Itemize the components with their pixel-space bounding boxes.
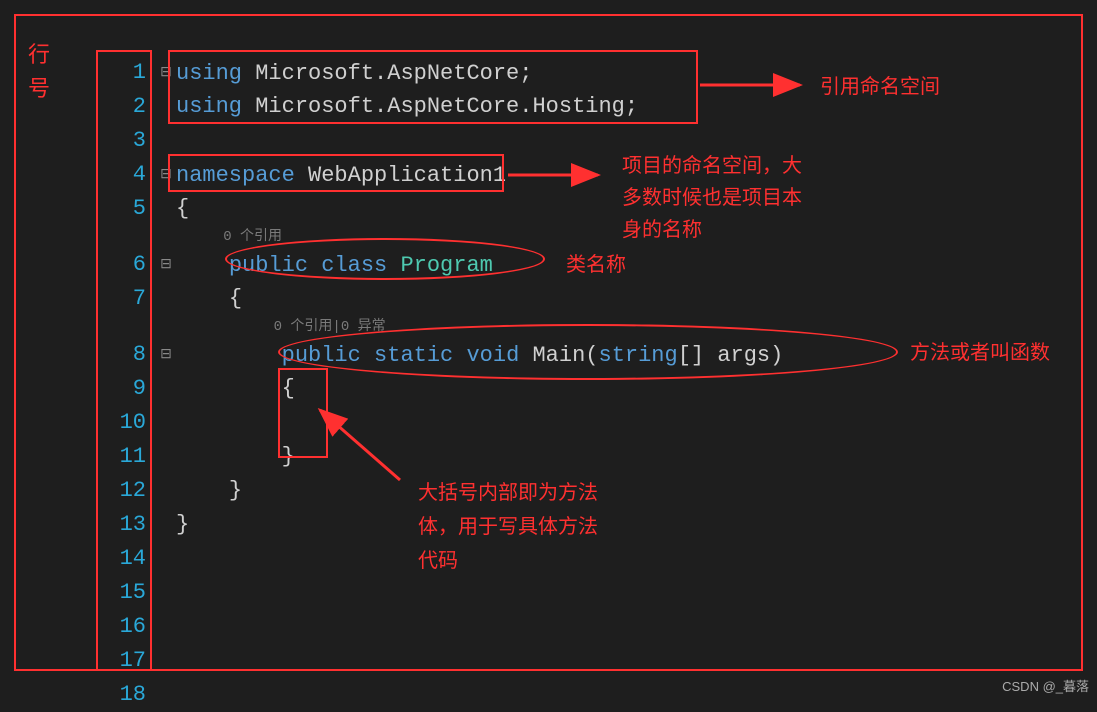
code-text: Microsoft.AspNetCore.Hosting;: [242, 94, 638, 119]
code-text: WebApplication1: [295, 163, 506, 188]
line-number: 15: [96, 576, 146, 610]
fold-icon[interactable]: ⊟: [156, 56, 176, 90]
line-number: 11: [96, 440, 146, 474]
line-number: 6: [96, 248, 146, 282]
code-text: Microsoft.AspNetCore;: [242, 61, 532, 86]
fold-icon[interactable]: ⊟: [156, 338, 176, 372]
brace: }: [176, 512, 189, 537]
fold-icon[interactable]: ⊟: [156, 248, 176, 282]
watermark: CSDN @_暮落: [1002, 676, 1089, 695]
keyword: public: [229, 253, 308, 278]
line-number: 18: [96, 678, 146, 712]
keyword: static: [374, 343, 453, 368]
keyword: string: [599, 343, 678, 368]
code-editor[interactable]: ⊟using Microsoft.AspNetCore; using Micro…: [156, 56, 1079, 542]
type-name: Program: [400, 253, 492, 278]
line-number: 5: [96, 192, 146, 226]
code-line-13[interactable]: }: [156, 508, 1079, 542]
brace: }: [229, 478, 242, 503]
brace: {: [282, 376, 295, 401]
paren: (: [585, 343, 598, 368]
fold-icon[interactable]: ⊟: [156, 158, 176, 192]
keyword: public: [282, 343, 361, 368]
line-number: 9: [96, 372, 146, 406]
code-line-7[interactable]: {: [156, 282, 1079, 316]
codelens-references[interactable]: 0 个引用: [156, 226, 1079, 248]
line-number: 17: [96, 644, 146, 678]
param-name: args: [717, 343, 770, 368]
code-line-9[interactable]: {: [156, 372, 1079, 406]
code-text: []: [678, 343, 718, 368]
code-line-3[interactable]: [156, 124, 1079, 158]
line-number: 1: [96, 56, 146, 90]
keyword: using: [176, 94, 242, 119]
keyword: namespace: [176, 163, 295, 188]
method-name: Main: [532, 343, 585, 368]
line-number: 7: [96, 282, 146, 316]
row-number-label: 行号: [28, 40, 50, 108]
code-line-10[interactable]: [156, 406, 1079, 440]
code-line-4[interactable]: ⊟namespace WebApplication1: [156, 158, 1079, 192]
line-number: 2: [96, 90, 146, 124]
code-line-2[interactable]: using Microsoft.AspNetCore.Hosting;: [156, 90, 1079, 124]
brace: }: [282, 444, 295, 469]
paren: ): [770, 343, 783, 368]
codelens-references[interactable]: 0 个引用|0 异常: [156, 316, 1079, 338]
code-line-1[interactable]: ⊟using Microsoft.AspNetCore;: [156, 56, 1079, 90]
code-line-8[interactable]: ⊟ public static void Main(string[] args): [156, 338, 1079, 372]
code-line-5[interactable]: {: [156, 192, 1079, 226]
keyword: class: [321, 253, 387, 278]
line-number: 10: [96, 406, 146, 440]
brace: {: [229, 286, 242, 311]
code-line-6[interactable]: ⊟ public class Program: [156, 248, 1079, 282]
brace: {: [176, 196, 189, 221]
line-number: 8: [96, 338, 146, 372]
line-number: 3: [96, 124, 146, 158]
line-numbers: 1 2 3 4 5 6 7 8 9 10 11 12 13 14 15 16 1…: [96, 56, 152, 712]
line-number: 14: [96, 542, 146, 576]
code-line-11[interactable]: }: [156, 440, 1079, 474]
keyword: void: [466, 343, 519, 368]
line-number: 16: [96, 610, 146, 644]
keyword: using: [176, 61, 242, 86]
code-line-12[interactable]: }: [156, 474, 1079, 508]
line-number: 13: [96, 508, 146, 542]
line-number: 12: [96, 474, 146, 508]
line-number: 4: [96, 158, 146, 192]
